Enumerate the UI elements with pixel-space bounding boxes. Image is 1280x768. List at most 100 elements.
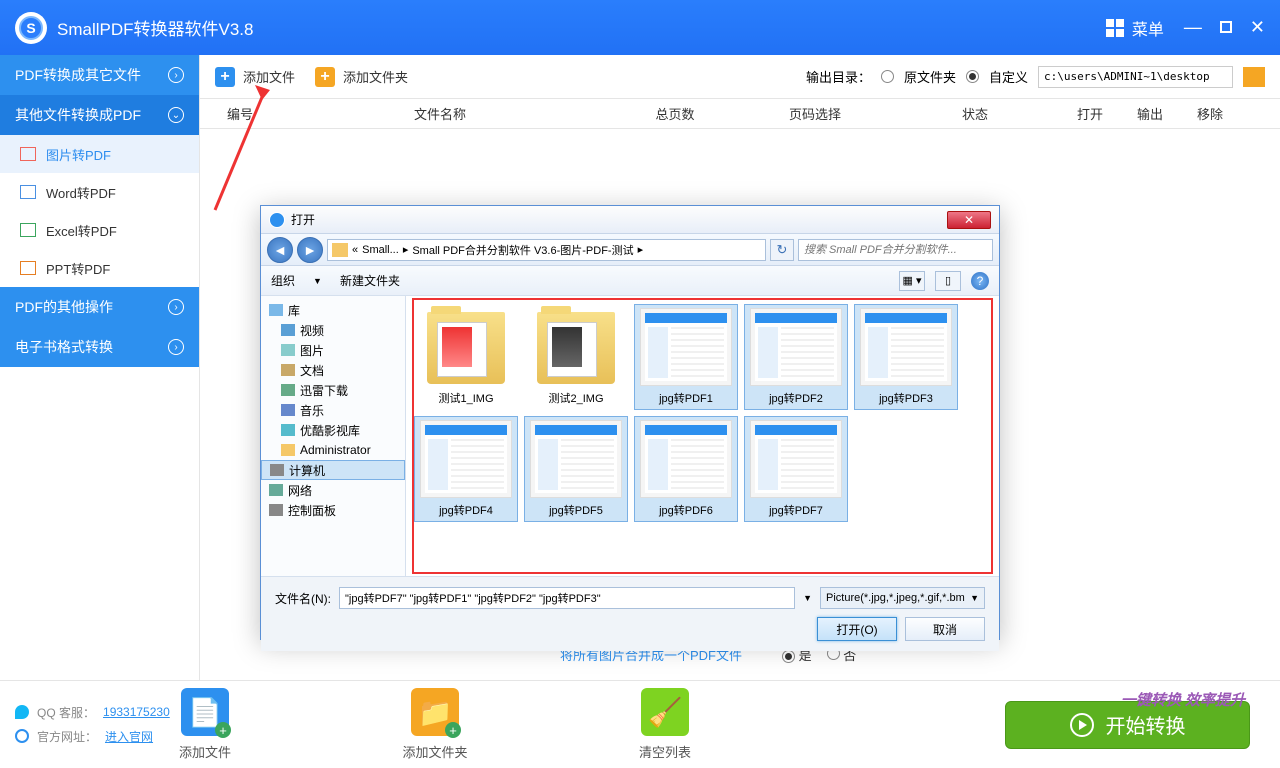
image-thumbnail	[750, 420, 842, 498]
refresh-button[interactable]: ↻	[770, 239, 794, 261]
col-status: 状态	[890, 104, 1060, 123]
tree-documents[interactable]: 文档	[261, 360, 405, 380]
preview-pane-button[interactable]: ▯	[935, 271, 961, 291]
dialog-close-button[interactable]: ✕	[947, 211, 991, 229]
dialog-titlebar: 打开 ✕	[261, 206, 999, 234]
word-icon	[20, 185, 36, 199]
plus-icon: +	[215, 67, 235, 87]
file-list: 测试1_IMG 测试2_IMG jpg转PDF1 jpg转PDF2 jpg转PD…	[406, 296, 999, 576]
sidebar-cat-pdf-other-ops[interactable]: PDF的其他操作 ›	[0, 287, 199, 327]
add-folder-button[interactable]: + 添加文件夹	[315, 67, 408, 87]
dialog-footer: 文件名(N): ▼ Picture(*.jpg,*.jpeg,*.gif,*.b…	[261, 576, 999, 651]
app-logo: S	[15, 12, 47, 44]
tree-computer[interactable]: 计算机	[261, 460, 405, 480]
col-open: 打开	[1060, 104, 1120, 123]
grid-icon	[1106, 19, 1124, 37]
filename-input[interactable]	[339, 587, 795, 609]
view-mode-button[interactable]: ▦ ▾	[899, 271, 925, 291]
tree-library[interactable]: 库	[261, 300, 405, 320]
bottom-clear-list[interactable]: 🧹 清空列表	[550, 688, 780, 761]
folder-item[interactable]: 测试2_IMG	[524, 304, 628, 410]
image-thumbnail	[640, 420, 732, 498]
excel-icon	[20, 223, 36, 237]
file-item[interactable]: jpg转PDF4	[414, 416, 518, 522]
tree-pictures[interactable]: 图片	[261, 340, 405, 360]
tagline: 一键转换 效率提升	[1121, 689, 1245, 710]
official-site-link[interactable]: 进入官网	[105, 728, 153, 745]
open-button[interactable]: 打开(O)	[817, 617, 897, 641]
tree-network[interactable]: 网络	[261, 480, 405, 500]
close-button[interactable]: ✕	[1250, 17, 1265, 38]
sidebar-item-img-to-pdf[interactable]: 图片转PDF	[0, 135, 199, 173]
sidebar: PDF转换成其它文件 › 其他文件转换成PDF ⌄ 图片转PDF Word转PD…	[0, 55, 200, 680]
footer-info: QQ 客服： 1933175230 官方网址： 进入官网	[15, 700, 170, 748]
folder-item[interactable]: 测试1_IMG	[414, 304, 518, 410]
output-section: 输出目录： 原文件夹 自定义	[806, 66, 1265, 88]
sidebar-cat-pdf-to-other[interactable]: PDF转换成其它文件 ›	[0, 55, 199, 95]
folder-icon	[537, 312, 615, 384]
computer-icon	[270, 464, 284, 476]
radio-custom-folder[interactable]	[966, 70, 979, 83]
tree-control-panel[interactable]: 控制面板	[261, 500, 405, 520]
col-output: 输出	[1120, 104, 1180, 123]
radio-merge-yes[interactable]	[782, 650, 795, 663]
minimize-button[interactable]: —	[1184, 17, 1202, 38]
toolbar: + 添加文件 + 添加文件夹 输出目录： 原文件夹 自定义	[200, 55, 1280, 99]
tree-music[interactable]: 音乐	[261, 400, 405, 420]
image-thumbnail	[860, 308, 952, 386]
image-icon	[20, 147, 36, 161]
file-item[interactable]: jpg转PDF1	[634, 304, 738, 410]
dialog-app-icon	[269, 212, 285, 228]
window-controls: — ✕	[1184, 17, 1265, 38]
file-item[interactable]: jpg转PDF2	[744, 304, 848, 410]
browse-folder-button[interactable]	[1243, 67, 1265, 87]
browser-icon	[15, 729, 29, 743]
tree-downloads[interactable]: 迅雷下载	[261, 380, 405, 400]
image-thumbnail	[420, 420, 512, 498]
file-item[interactable]: jpg转PDF7	[744, 416, 848, 522]
file-item[interactable]: jpg转PDF5	[524, 416, 628, 522]
video-icon	[281, 324, 295, 336]
folder-plus-icon: 📁+	[411, 688, 459, 736]
help-button[interactable]: ?	[971, 272, 989, 290]
menu-label: 菜单	[1132, 16, 1164, 40]
chevron-right-icon: ›	[168, 339, 184, 355]
tree-video[interactable]: 视频	[261, 320, 405, 340]
col-pages: 总页数	[610, 104, 740, 123]
file-filter-select[interactable]: Picture(*.jpg,*.jpeg,*.gif,*.bm▼	[820, 587, 985, 609]
chevron-down-icon: ⌄	[168, 107, 184, 123]
nav-back-button[interactable]: ◄	[267, 237, 293, 263]
tree-administrator[interactable]: Administrator	[261, 440, 405, 460]
menu-button[interactable]: 菜单	[1106, 16, 1164, 40]
add-file-button[interactable]: + 添加文件	[215, 67, 295, 87]
file-item[interactable]: jpg转PDF3	[854, 304, 958, 410]
sidebar-item-ppt-to-pdf[interactable]: PPT转PDF	[0, 249, 199, 287]
sidebar-item-excel-to-pdf[interactable]: Excel转PDF	[0, 211, 199, 249]
organize-button[interactable]: 组织	[271, 272, 295, 289]
chevron-right-icon: ›	[168, 299, 184, 315]
music-icon	[281, 404, 295, 416]
sidebar-cat-ebook[interactable]: 电子书格式转换 ›	[0, 327, 199, 367]
file-item[interactable]: jpg转PDF6	[634, 416, 738, 522]
col-index: 编号	[210, 104, 270, 123]
folder-tree: 库 视频 图片 文档 迅雷下载 音乐 优酷影视库 Administrator 计…	[261, 296, 406, 576]
new-folder-button[interactable]: 新建文件夹	[340, 272, 400, 289]
tree-youku[interactable]: 优酷影视库	[261, 420, 405, 440]
table-header: 编号 文件名称 总页数 页码选择 状态 打开 输出 移除	[200, 99, 1280, 129]
nav-forward-button[interactable]: ►	[297, 237, 323, 263]
bottom-add-folder[interactable]: 📁+ 添加文件夹	[320, 688, 550, 761]
maximize-button[interactable]	[1220, 17, 1232, 38]
sidebar-item-word-to-pdf[interactable]: Word转PDF	[0, 173, 199, 211]
sidebar-cat-other-to-pdf[interactable]: 其他文件转换成PDF ⌄	[0, 95, 199, 135]
output-label: 输出目录：	[806, 67, 871, 86]
cancel-button[interactable]: 取消	[905, 617, 985, 641]
search-input[interactable]	[798, 239, 993, 261]
file-plus-icon: 📄+	[181, 688, 229, 736]
qq-link[interactable]: 1933175230	[103, 705, 170, 719]
image-thumbnail	[750, 308, 842, 386]
output-path-input[interactable]	[1038, 66, 1233, 88]
breadcrumb[interactable]: « Small...▸ Small PDF合并分割软件 V3.6-图片-PDF-…	[327, 239, 766, 261]
radio-original-folder[interactable]	[881, 70, 894, 83]
chevron-right-icon: ›	[168, 67, 184, 83]
user-folder-icon	[281, 444, 295, 456]
